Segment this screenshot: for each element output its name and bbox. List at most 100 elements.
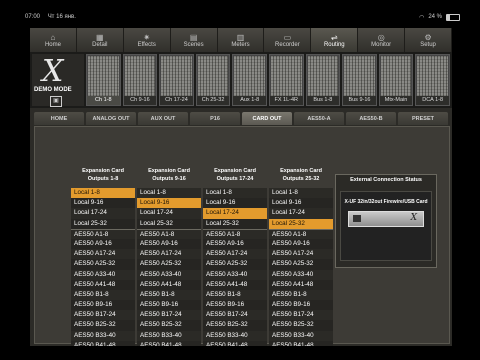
meter-group[interactable]: Ch 17-24	[159, 54, 194, 106]
source-option[interactable]: AES50 A25-32	[71, 259, 135, 270]
demo-mode-badge[interactable]: X DEMO MODE ▣	[32, 54, 84, 107]
source-option[interactable]: AES50 A17-24	[71, 249, 135, 260]
column-header-subtitle: Outputs 9-16	[152, 176, 186, 182]
meter-group[interactable]: Ch 1-8	[86, 54, 121, 106]
source-option[interactable]: AES50 A25-32	[137, 259, 201, 270]
meter-group[interactable]: Bus 9-16	[342, 54, 377, 106]
tab-home[interactable]: HOME	[34, 112, 84, 125]
source-option[interactable]: AES50 A9-16	[137, 238, 201, 250]
meter-bars	[234, 56, 265, 96]
source-option[interactable]: AES50 A25-32	[269, 259, 333, 270]
source-option[interactable]: AES50 B17-24	[203, 310, 267, 321]
tab-preset[interactable]: PRESET	[398, 112, 448, 125]
column-header-title: Expansion Card	[148, 168, 190, 174]
meter-group[interactable]: Mtx-Main	[378, 54, 414, 106]
source-option[interactable]: AES50 B1-8	[269, 289, 333, 301]
meter-group[interactable]: Aux 1-8	[232, 54, 267, 106]
nav-scenes[interactable]: ▤ Scenes	[171, 28, 218, 52]
source-option[interactable]: AES50 B9-16	[137, 300, 201, 311]
source-option[interactable]: AES50 A33-40	[71, 269, 135, 280]
source-option[interactable]: AES50 A33-40	[137, 269, 201, 280]
nav-home[interactable]: ⌂ Home	[30, 28, 77, 52]
source-option[interactable]: Local 1-8	[203, 188, 267, 199]
source-option[interactable]: Local 9-16	[137, 198, 201, 209]
meter-group[interactable]: Ch 9-16	[122, 54, 158, 106]
source-option[interactable]: AES50 B33-40	[137, 330, 201, 341]
source-option[interactable]: AES50 B9-16	[71, 300, 135, 311]
source-option[interactable]: Local 25-32	[71, 218, 135, 229]
source-option[interactable]: AES50 A17-24	[203, 249, 267, 260]
source-option[interactable]: AES50 A1-8	[71, 228, 135, 239]
nav-setup[interactable]: ⚙ Setup	[405, 28, 452, 52]
demo-settings-icon: ▣	[50, 96, 62, 107]
source-option[interactable]: AES50 B33-40	[269, 330, 333, 341]
source-option[interactable]: AES50 B17-24	[137, 310, 201, 321]
source-option[interactable]: AES50 A1-8	[203, 228, 267, 239]
nav-monitor[interactable]: ◎ Monitor	[358, 28, 406, 52]
source-option[interactable]: AES50 B41-48	[269, 340, 333, 346]
source-option[interactable]: AES50 B25-32	[71, 320, 135, 331]
tab-aes50-a[interactable]: AES50-A	[294, 112, 344, 125]
source-option[interactable]: AES50 B9-16	[269, 300, 333, 311]
tab-aes50-b[interactable]: AES50-B	[346, 112, 396, 125]
meter-group[interactable]: FX 1L-4R	[268, 54, 304, 106]
source-option[interactable]: AES50 A9-16	[269, 238, 333, 250]
source-option[interactable]: AES50 B41-48	[71, 340, 135, 346]
source-option[interactable]: AES50 A41-48	[137, 279, 201, 290]
source-option[interactable]: AES50 B33-40	[203, 330, 267, 341]
nav-meters[interactable]: ▥ Meters	[218, 28, 265, 52]
source-option[interactable]: AES50 A9-16	[71, 238, 135, 250]
source-option[interactable]: Local 17-24	[71, 208, 135, 219]
source-option[interactable]: AES50 A25-32	[203, 259, 267, 270]
tab-p16[interactable]: P16	[190, 112, 240, 125]
meter-group-label: Bus 1-8	[306, 96, 340, 105]
tab-aux-out[interactable]: AUX OUT	[138, 112, 188, 125]
source-option[interactable]: AES50 B17-24	[269, 310, 333, 321]
meter-group[interactable]: DCA 1-8	[415, 54, 450, 106]
source-option[interactable]: Local 25-32	[269, 218, 333, 229]
source-option[interactable]: AES50 A17-24	[269, 249, 333, 260]
source-option[interactable]: Local 17-24	[137, 208, 201, 219]
source-option[interactable]: Local 17-24	[269, 208, 333, 219]
source-option[interactable]: AES50 B41-48	[203, 340, 267, 346]
source-option[interactable]: Local 25-32	[137, 218, 201, 229]
nav-recorder[interactable]: ▭ Recorder	[264, 28, 312, 52]
nav-detail[interactable]: ▦ Detail	[77, 28, 124, 52]
source-option[interactable]: AES50 A1-8	[269, 228, 333, 239]
source-option[interactable]: AES50 B1-8	[137, 289, 201, 301]
source-option[interactable]: AES50 B1-8	[71, 289, 135, 301]
meter-group[interactable]: Ch 25-32	[195, 54, 231, 106]
source-option[interactable]: AES50 B41-48	[137, 340, 201, 346]
nav-routing[interactable]: ⇌ Routing	[311, 28, 359, 52]
source-option[interactable]: AES50 A41-48	[203, 279, 267, 290]
source-option[interactable]: AES50 B17-24	[71, 310, 135, 321]
tab-analog-out[interactable]: ANALOG OUT	[86, 112, 136, 125]
source-option[interactable]: Local 9-16	[203, 198, 267, 209]
source-option[interactable]: AES50 B9-16	[203, 300, 267, 311]
tab-card-out[interactable]: CARD OUT	[242, 112, 292, 125]
source-option[interactable]: AES50 A33-40	[203, 269, 267, 280]
source-option[interactable]: Local 1-8	[137, 188, 201, 199]
source-option[interactable]: AES50 A17-24	[137, 249, 201, 260]
source-option[interactable]: Local 9-16	[71, 198, 135, 209]
source-option[interactable]: AES50 B25-32	[269, 320, 333, 331]
column-header-title: Expansion Card	[214, 168, 256, 174]
source-option[interactable]: AES50 A33-40	[269, 269, 333, 280]
source-option[interactable]: AES50 A41-48	[71, 279, 135, 290]
nav-effects[interactable]: ✷ Effects	[124, 28, 171, 52]
status-date: Чт 16 янв.	[47, 14, 76, 20]
source-option[interactable]: AES50 A41-48	[269, 279, 333, 290]
source-option[interactable]: AES50 A1-8	[137, 228, 201, 239]
source-option[interactable]: Local 9-16	[269, 198, 333, 209]
source-option[interactable]: Local 25-32	[203, 218, 267, 229]
meter-group-label: Mtx-Main	[379, 96, 413, 105]
source-option[interactable]: AES50 B33-40	[71, 330, 135, 341]
source-option[interactable]: AES50 B1-8	[203, 289, 267, 301]
source-option[interactable]: AES50 A9-16	[203, 238, 267, 250]
source-option[interactable]: Local 1-8	[269, 188, 333, 199]
source-option[interactable]: AES50 B25-32	[203, 320, 267, 331]
meter-group[interactable]: Bus 1-8	[305, 54, 341, 106]
source-option[interactable]: Local 1-8	[71, 188, 135, 199]
source-option[interactable]: Local 17-24	[203, 208, 267, 219]
source-option[interactable]: AES50 B25-32	[137, 320, 201, 331]
